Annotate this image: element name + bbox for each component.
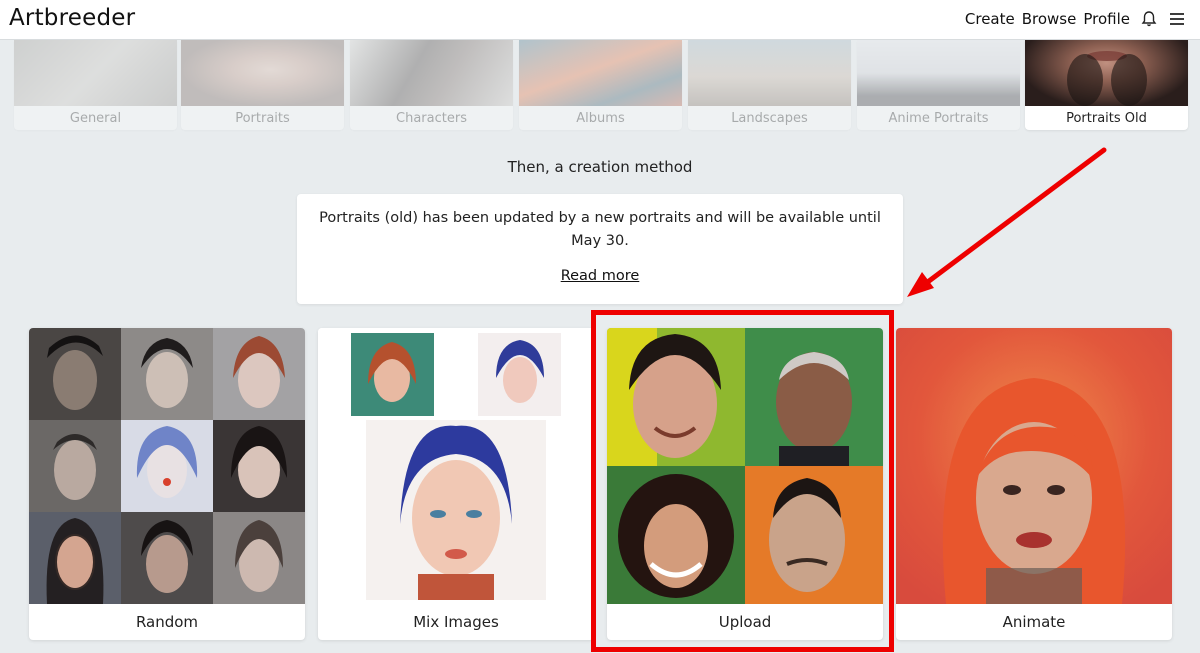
category-thumbnail [350, 40, 513, 106]
bell-icon[interactable] [1140, 10, 1158, 28]
category-portraits-old[interactable]: Portraits Old [1025, 40, 1188, 130]
upload-preview-grid [607, 328, 883, 604]
nav-create[interactable]: Create [965, 10, 1015, 28]
category-general[interactable]: General [14, 40, 177, 130]
method-title: Random [135, 613, 199, 631]
category-portraits[interactable]: Portraits [181, 40, 344, 130]
category-characters[interactable]: Characters [350, 40, 513, 130]
category-thumbnail [1025, 40, 1188, 106]
artbreeder-logo[interactable]: Artbreeder [9, 5, 135, 31]
method-mix-images[interactable]: Mix Images [318, 328, 594, 640]
method-title: Animate [1002, 613, 1066, 631]
method-upload[interactable]: Upload [607, 328, 883, 640]
category-albums[interactable]: Albums [519, 40, 682, 130]
category-thumbnail [857, 40, 1020, 106]
method-random[interactable]: Random [29, 328, 305, 640]
category-thumbnail [14, 40, 177, 106]
main-nav: Create Browse Profile [958, 0, 1186, 38]
category-anime-portraits[interactable]: Anime Portraits [857, 40, 1020, 130]
update-notice: Portraits (old) has been updated by a ne… [297, 194, 903, 304]
category-thumbnail [688, 40, 851, 106]
category-strip: General Portraits Characters Albums Land… [12, 40, 1188, 130]
method-title: Upload [718, 613, 772, 631]
category-label: Characters [396, 111, 467, 126]
method-animate[interactable]: Animate [896, 328, 1172, 640]
category-label: Albums [576, 111, 625, 126]
category-thumbnail [519, 40, 682, 106]
read-more-link[interactable]: Read more [297, 268, 903, 284]
nav-profile[interactable]: Profile [1083, 10, 1130, 28]
random-preview-grid [29, 328, 305, 604]
animate-preview [896, 328, 1172, 604]
category-label: General [69, 111, 122, 126]
creation-method-heading: Then, a creation method [507, 158, 693, 176]
method-title: Mix Images [413, 613, 499, 631]
category-landscapes[interactable]: Landscapes [688, 40, 851, 130]
category-label: Portraits Old [1066, 111, 1147, 126]
category-label: Anime Portraits [888, 111, 989, 126]
category-thumbnail [181, 40, 344, 106]
category-label: Portraits [235, 111, 290, 126]
mix-preview [318, 328, 594, 604]
menu-icon[interactable] [1168, 10, 1186, 28]
top-navbar: Artbreeder Create Browse Profile [0, 0, 1200, 40]
category-label: Landscapes [731, 111, 808, 126]
notice-text: Portraits (old) has been updated by a ne… [319, 210, 881, 249]
nav-browse[interactable]: Browse [1022, 10, 1077, 28]
